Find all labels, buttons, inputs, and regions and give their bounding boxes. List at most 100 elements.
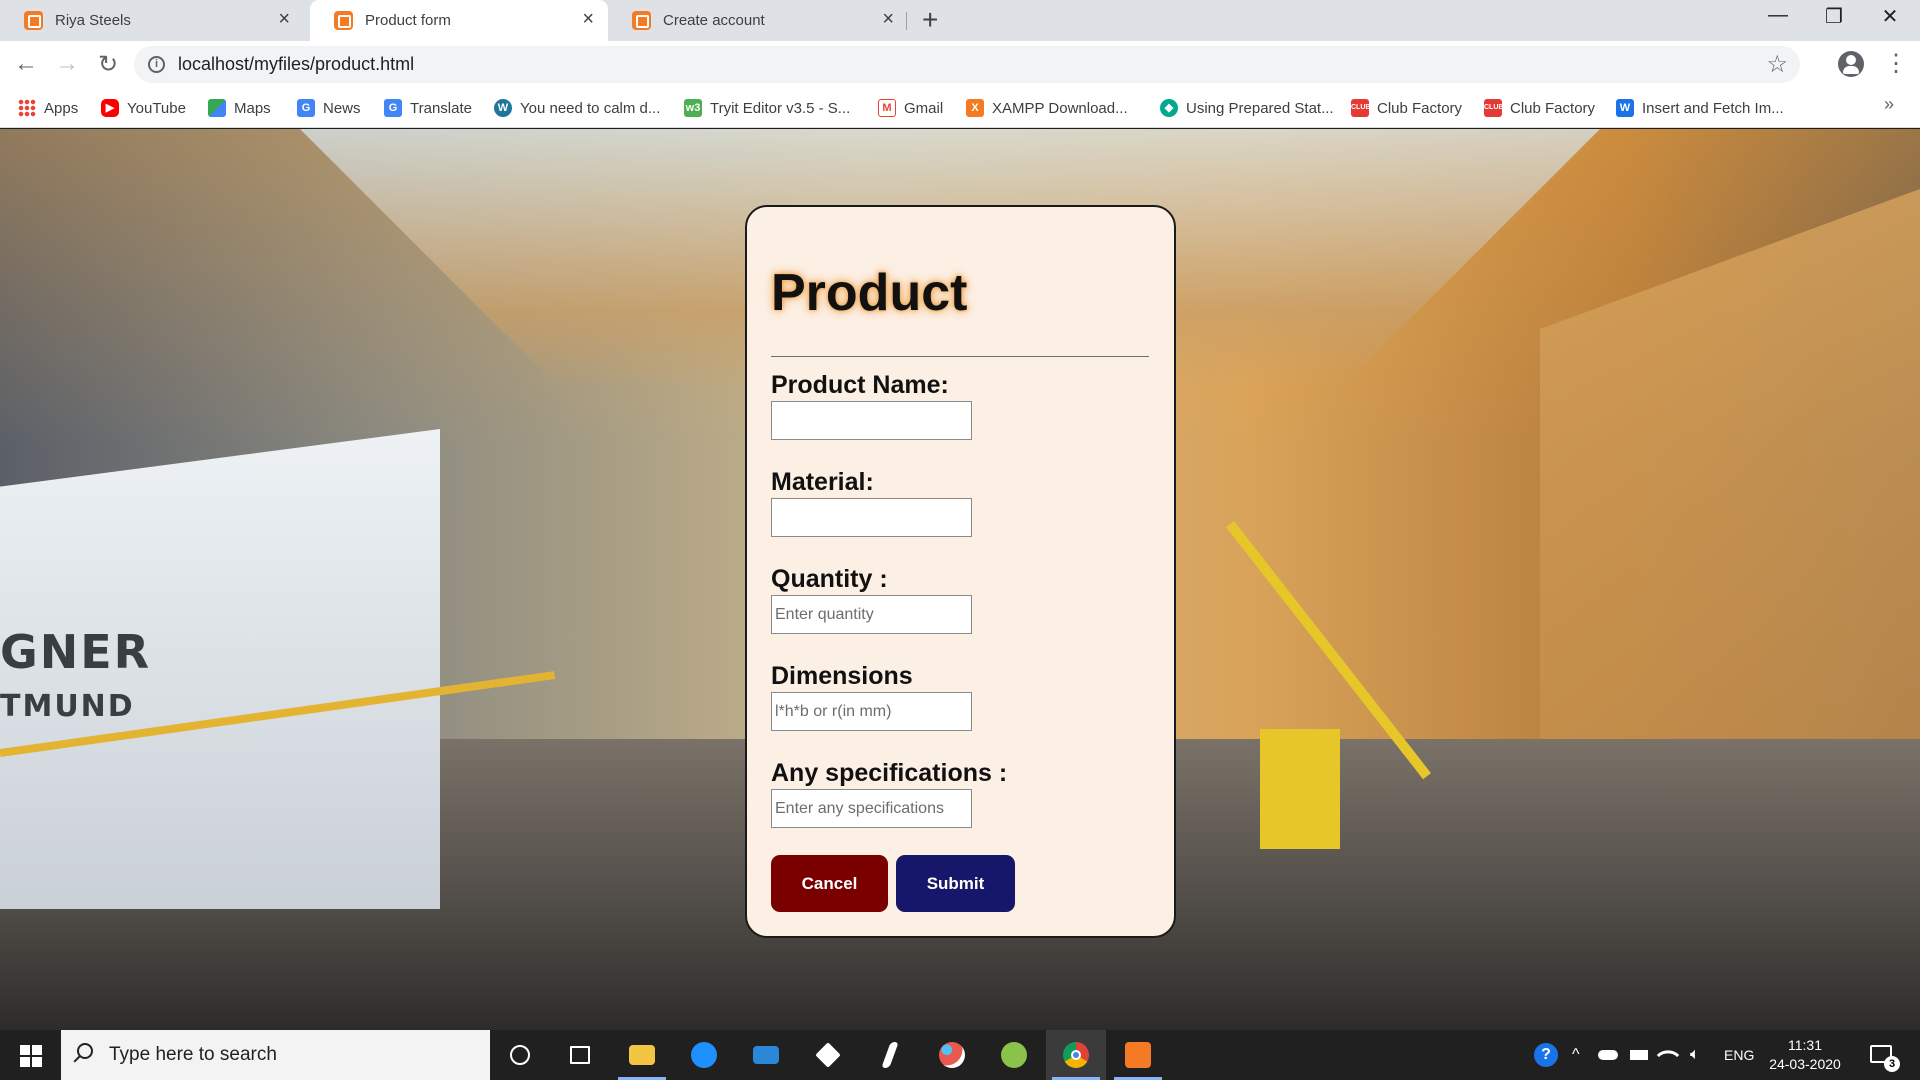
bookmark-club-factory-2[interactable]: CLUB Club Factory <box>1484 96 1595 120</box>
more-bookmarks-icon[interactable]: » <box>1884 94 1894 115</box>
cortana-icon <box>510 1045 530 1065</box>
product-form-card: Product Product Name: Material: Quantity… <box>745 205 1176 938</box>
submit-button[interactable]: Submit <box>896 855 1015 912</box>
paint-button[interactable] <box>922 1030 982 1080</box>
bookmark-apps[interactable]: Apps <box>18 96 78 120</box>
gmail-icon: M <box>878 99 896 117</box>
winamp-icon <box>881 1042 899 1068</box>
bookmark-translate[interactable]: G Translate <box>384 96 472 120</box>
material-label: Material: <box>771 468 874 496</box>
tab-title: Product form <box>365 12 451 29</box>
file-explorer-icon <box>629 1045 655 1065</box>
battery-tray[interactable] <box>1630 1030 1648 1080</box>
xampp-icon <box>1125 1042 1151 1068</box>
xampp-icon: X <box>966 99 984 117</box>
form-title: Product <box>771 264 968 322</box>
bookmark-xampp[interactable]: X XAMPP Download... <box>966 96 1128 120</box>
help-icon: ? <box>1534 1043 1558 1067</box>
quantity-label: Quantity : <box>771 565 888 593</box>
tab-create-account[interactable]: Create account × <box>608 0 908 41</box>
tab-riya-steels[interactable]: Riya Steels × <box>0 0 304 41</box>
close-tab-icon[interactable]: × <box>882 8 894 31</box>
tab-separator <box>906 12 907 30</box>
mail-button[interactable] <box>736 1030 796 1080</box>
bookmark-news[interactable]: G News <box>297 96 361 120</box>
bookmark-prepared-statements[interactable]: ◆ Using Prepared Stat... <box>1160 96 1334 120</box>
bookmark-wordpress[interactable]: W You need to calm d... <box>494 96 660 120</box>
edge-button[interactable] <box>674 1030 734 1080</box>
chrome-button[interactable] <box>1046 1030 1106 1080</box>
system-clock[interactable]: 11:31 24-03-2020 <box>1760 1036 1850 1074</box>
clock-time: 11:31 <box>1788 1037 1822 1053</box>
clock-date: 24-03-2020 <box>1769 1056 1841 1072</box>
tab-title: Create account <box>663 12 765 29</box>
back-button[interactable]: ← <box>10 50 42 78</box>
background-machine-text: TMUND <box>0 689 135 724</box>
show-hidden-icons[interactable]: ^ <box>1572 1030 1580 1080</box>
url-text[interactable]: localhost/myfiles/product.html <box>178 54 414 75</box>
quantity-input[interactable] <box>771 595 972 634</box>
language-indicator[interactable]: ENG <box>1724 1030 1754 1080</box>
notification-count-badge: 3 <box>1884 1056 1900 1072</box>
bookmark-tryit-editor[interactable]: w3 Tryit Editor v3.5 - S... <box>684 96 850 120</box>
bookmark-youtube[interactable]: ▶ YouTube <box>101 96 186 120</box>
club-factory-icon: CLUB <box>1484 99 1503 117</box>
browser-toolbar: ← → ↻ i localhost/myfiles/product.html ☆… <box>0 41 1920 88</box>
bookmark-star-icon[interactable]: ☆ <box>1766 50 1788 79</box>
tab-strip: Riya Steels × Product form × Create acco… <box>0 0 1920 41</box>
dropbox-button[interactable] <box>798 1030 858 1080</box>
task-view-button[interactable] <box>550 1030 610 1080</box>
cancel-button[interactable]: Cancel <box>771 855 888 912</box>
taskbar-search-box[interactable]: Type here to search <box>61 1030 490 1080</box>
wordpress-icon: W <box>494 99 512 117</box>
xampp-button[interactable] <box>1108 1030 1168 1080</box>
bookmark-maps[interactable]: Maps <box>208 96 271 120</box>
volume-tray[interactable]: 🔈︎ <box>1690 1030 1700 1080</box>
task-view-icon <box>570 1046 590 1064</box>
wifi-tray[interactable] <box>1656 1030 1680 1080</box>
cortana-button[interactable] <box>490 1030 550 1080</box>
bookmark-insert-fetch[interactable]: W Insert and Fetch Im... <box>1616 96 1784 120</box>
file-explorer-button[interactable] <box>612 1030 672 1080</box>
product-name-input[interactable] <box>771 401 972 440</box>
translate-icon: G <box>384 99 402 117</box>
reload-button[interactable]: ↻ <box>92 50 124 79</box>
tab-title: Riya Steels <box>55 12 131 29</box>
close-window-button[interactable]: ✕ <box>1862 4 1918 29</box>
xampp-favicon-icon <box>632 11 651 30</box>
w3schools-icon: w3 <box>684 99 702 117</box>
address-bar[interactable]: i localhost/myfiles/product.html ☆ <box>134 46 1800 83</box>
maximize-button[interactable]: ❐ <box>1806 4 1862 29</box>
tab-product-form[interactable]: Product form × <box>310 0 608 41</box>
profile-avatar-icon[interactable] <box>1838 51 1864 77</box>
search-icon <box>77 1043 93 1059</box>
minimize-button[interactable]: — <box>1750 4 1806 27</box>
bookmark-club-factory-1[interactable]: CLUB Club Factory <box>1351 96 1462 120</box>
qgis-button[interactable] <box>984 1030 1044 1080</box>
new-tab-button[interactable]: + <box>922 4 938 36</box>
winamp-button[interactable] <box>860 1030 920 1080</box>
club-factory-icon: CLUB <box>1351 99 1370 117</box>
bookmarks-bar: Apps ▶ YouTube Maps G News G Translate W… <box>0 88 1920 128</box>
onedrive-tray[interactable] <box>1598 1030 1618 1080</box>
windows-taskbar: Type here to search ? ^ 🔈︎ ENG 11:31 24-… <box>0 1030 1920 1080</box>
material-input[interactable] <box>771 498 972 537</box>
chevron-up-icon: ^ <box>1572 1046 1580 1063</box>
mail-icon <box>753 1046 779 1064</box>
help-tray-item[interactable]: ? <box>1534 1030 1558 1080</box>
forward-button[interactable]: → <box>51 50 83 78</box>
browser-menu-icon[interactable]: ⋮ <box>1884 49 1908 78</box>
close-tab-icon[interactable]: × <box>582 8 594 31</box>
specifications-input[interactable] <box>771 789 972 828</box>
w-icon: W <box>1616 99 1634 117</box>
site-info-icon[interactable]: i <box>148 56 165 73</box>
bookmark-gmail[interactable]: M Gmail <box>878 96 943 120</box>
search-placeholder: Type here to search <box>109 1044 277 1065</box>
close-tab-icon[interactable]: × <box>278 8 290 31</box>
chrome-icon <box>1063 1042 1089 1068</box>
windows-start-icon[interactable] <box>20 1045 42 1067</box>
dimensions-input[interactable] <box>771 692 972 731</box>
maps-icon <box>208 99 226 117</box>
xampp-favicon-icon <box>24 11 43 30</box>
google-news-icon: G <box>297 99 315 117</box>
